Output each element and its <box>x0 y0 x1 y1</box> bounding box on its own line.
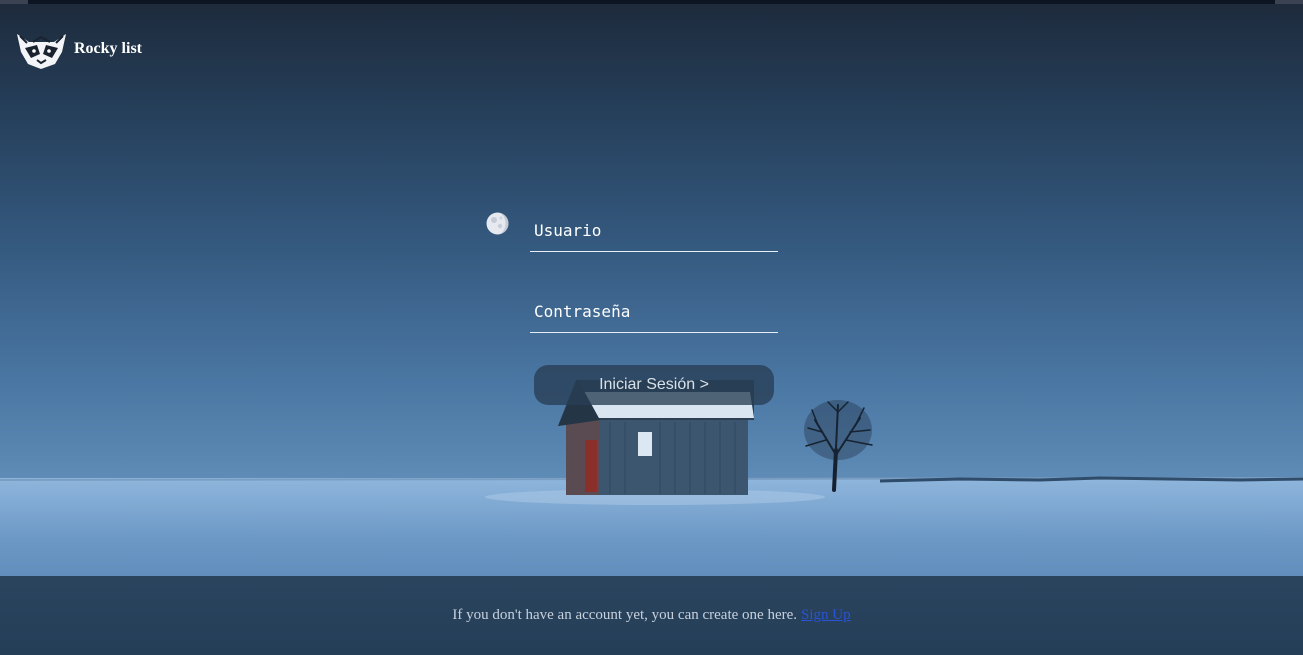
username-field-wrapper <box>530 209 778 252</box>
brand-logo[interactable]: Rocky list <box>15 28 142 70</box>
password-field-wrapper <box>530 290 778 333</box>
brand-name: Rocky list <box>74 40 142 57</box>
moon-icon[interactable] <box>486 212 509 235</box>
username-input[interactable] <box>530 209 778 251</box>
footer-text: If you don't have an account yet, you ca… <box>452 607 798 623</box>
sign-up-link[interactable]: Sign Up <box>801 607 851 624</box>
password-input[interactable] <box>530 290 778 332</box>
raccoon-logo-icon <box>17 34 66 69</box>
footer: If you don't have an account yet, you ca… <box>0 576 1303 655</box>
login-button[interactable]: Iniciar Sesión > <box>534 365 774 405</box>
